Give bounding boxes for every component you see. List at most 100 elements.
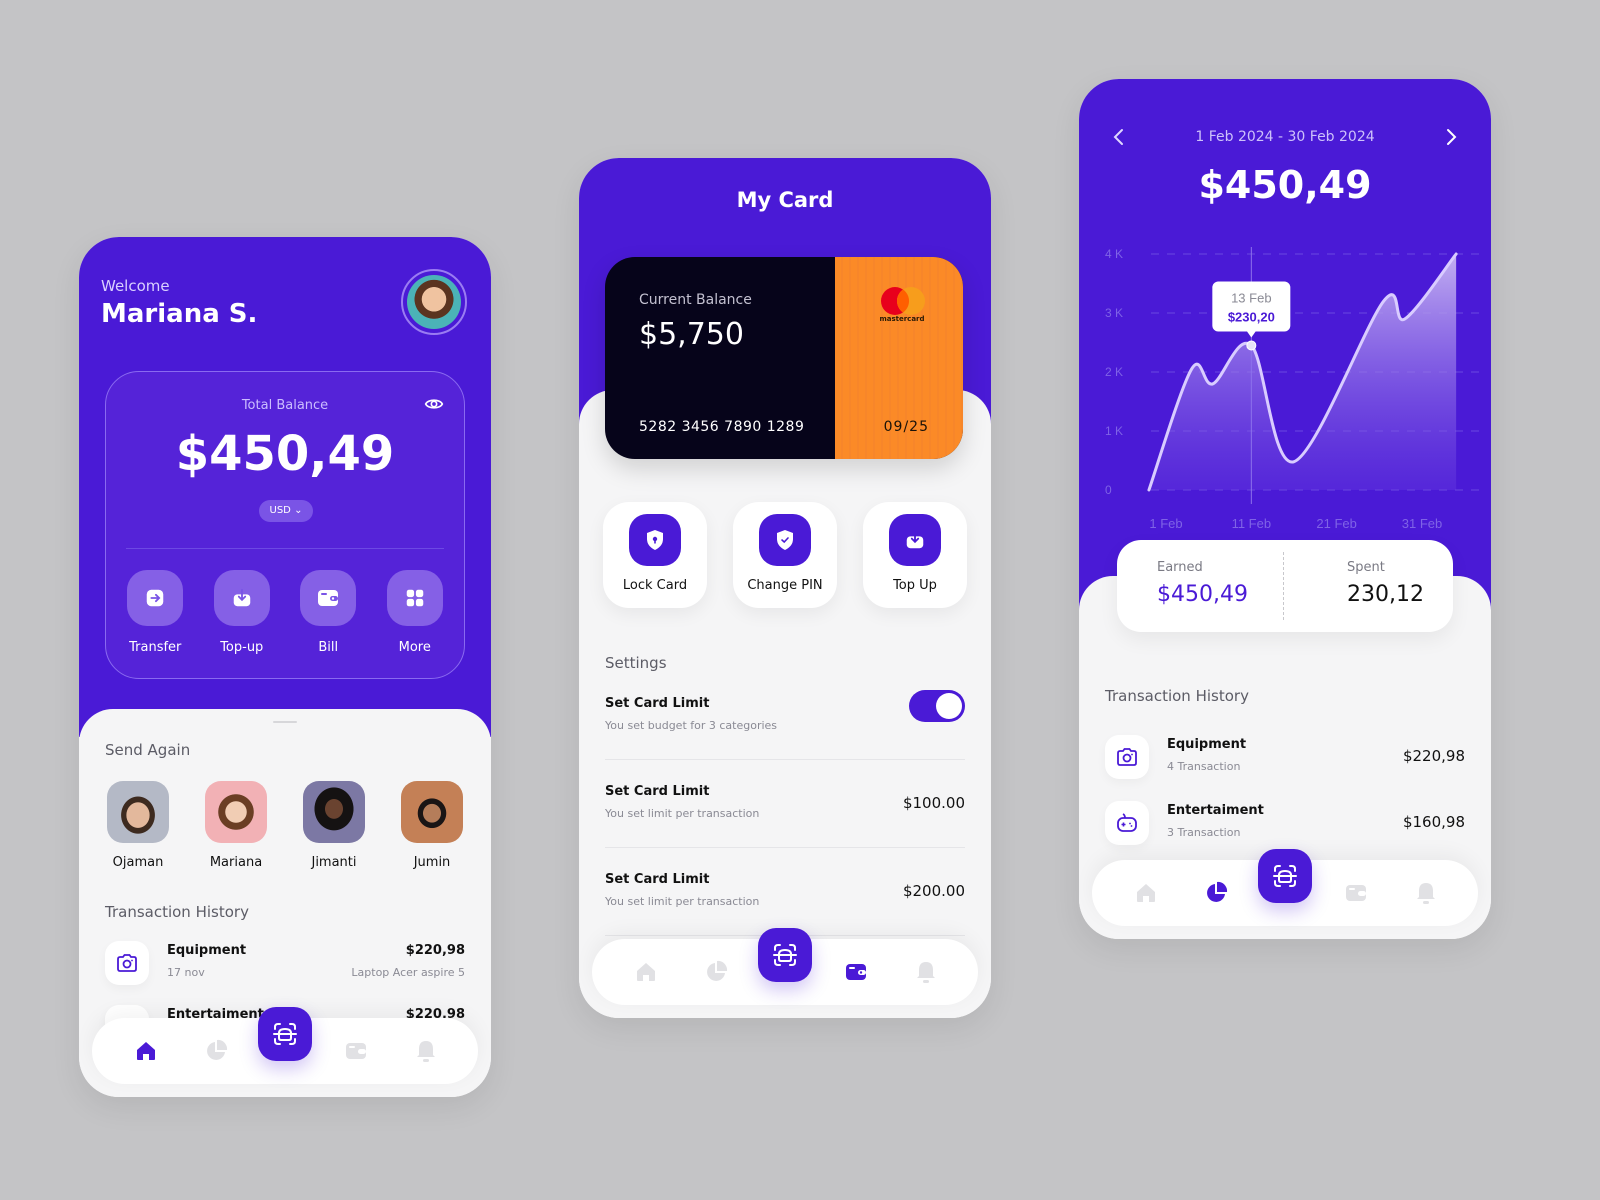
- transfer-button[interactable]: Transfer: [120, 570, 190, 655]
- balance-chart[interactable]: 13 Feb $230,20 0 1 K 2 K 3 K 4 K 1 Feb 11 Feb 21…: [1079, 79, 1491, 549]
- contact-jumin[interactable]: Jumin: [399, 781, 465, 870]
- setting-row[interactable]: Set Card Limit You set limit per transac…: [605, 872, 965, 932]
- current-balance-amount: $5,750: [639, 317, 744, 352]
- contact-jimanti[interactable]: Jimanti: [301, 781, 367, 870]
- contact-name: Jimanti: [311, 855, 357, 870]
- divider: [605, 847, 965, 848]
- contact-name: Mariana: [209, 855, 263, 870]
- transaction-amount: $220,98: [1402, 747, 1465, 765]
- nav-home[interactable]: [1134, 881, 1158, 905]
- total-balance-label: Total Balance: [241, 398, 329, 413]
- toggle-knob: [936, 693, 962, 719]
- contact-name: Jumin: [413, 855, 451, 870]
- tooltip-date: 13 Feb: [1231, 290, 1271, 305]
- card-brand: mastercard: [879, 315, 925, 323]
- drag-handle[interactable]: [273, 721, 297, 723]
- scan-button[interactable]: [758, 928, 812, 982]
- nav-notifications[interactable]: [414, 1039, 438, 1063]
- welcome-label: Welcome: [101, 277, 170, 295]
- gamepad-icon: [1117, 813, 1137, 832]
- contact-mariana[interactable]: Mariana: [203, 781, 269, 870]
- x-tick-label: 31 Feb: [1402, 516, 1442, 531]
- total-balance-amount: $450,49: [175, 426, 395, 482]
- contact-list: Ojaman Mariana Jimanti Jumin: [105, 781, 465, 870]
- nav-stats[interactable]: [204, 1039, 228, 1063]
- transaction-row[interactable]: Entertaiment 3 Transaction $160,98: [1105, 801, 1465, 845]
- currency-select[interactable]: USD ⌄: [259, 500, 313, 522]
- bell-icon: [1417, 883, 1435, 904]
- nav-wallet[interactable]: [844, 960, 868, 984]
- transaction-date: 17 nov: [167, 966, 205, 979]
- transaction-count: 3 Transaction: [1167, 826, 1241, 839]
- nav-home[interactable]: [134, 1039, 158, 1063]
- x-tick-label: 11 Feb: [1232, 516, 1272, 531]
- wallet-icon: [318, 590, 339, 606]
- divider: [605, 759, 965, 760]
- transaction-history-title: Transaction History: [105, 903, 249, 921]
- balance-card: Total Balance $450,49 USD ⌄ Transfer Top…: [105, 371, 465, 679]
- credit-card[interactable]: Current Balance $5,750 5282 3456 7890 12…: [605, 257, 963, 459]
- nav-stats[interactable]: [704, 960, 728, 984]
- top-up-label: Top Up: [893, 578, 937, 593]
- lock-card-button[interactable]: Lock Card: [603, 502, 707, 608]
- scan-button[interactable]: [1258, 849, 1312, 903]
- transaction-row[interactable]: Equipment 4 Transaction $220,98: [1105, 735, 1465, 779]
- setting-row[interactable]: Set Card Limit You set limit per transac…: [605, 784, 965, 844]
- eye-icon[interactable]: [424, 394, 444, 414]
- setting-row: Set Card Limit You set budget for 3 cate…: [605, 690, 965, 756]
- scan-icon: [773, 944, 797, 966]
- settings-title: Settings: [605, 654, 667, 672]
- scan-icon: [1273, 865, 1297, 887]
- nav-wallet[interactable]: [1344, 881, 1368, 905]
- top-up-label: Top-up: [220, 640, 264, 655]
- transaction-amount: $160,98: [1402, 813, 1465, 831]
- change-pin-button[interactable]: Change PIN: [733, 502, 837, 608]
- transaction-count: 4 Transaction: [1167, 760, 1241, 773]
- check-shield-icon: [777, 530, 793, 550]
- setting-desc: You set budget for 3 categories: [605, 719, 778, 732]
- bell-icon: [917, 962, 935, 983]
- contact-photo: [401, 781, 463, 843]
- nav-home[interactable]: [634, 960, 658, 984]
- wallet-icon: [846, 964, 866, 980]
- tooltip-pointer: [1246, 330, 1257, 338]
- setting-name: Set Card Limit: [605, 872, 710, 887]
- y-tick-label: 2 K: [1105, 365, 1123, 379]
- page-title: My Card: [736, 188, 834, 212]
- card-expiry: 09/25: [883, 419, 929, 435]
- setting-desc: You set limit per transaction: [605, 807, 760, 820]
- earned-spent-summary: Earned $450,49 Spent 230,12: [1117, 540, 1453, 632]
- avatar[interactable]: [401, 269, 467, 335]
- home-icon: [1137, 884, 1155, 902]
- bill-button[interactable]: Bill: [293, 570, 363, 655]
- y-tick-label: 4 K: [1105, 247, 1123, 261]
- contact-ojaman[interactable]: Ojaman: [105, 781, 171, 870]
- more-button[interactable]: More: [380, 570, 450, 655]
- bill-label: Bill: [318, 640, 339, 655]
- y-tick-label: 0: [1105, 483, 1112, 497]
- nav-notifications[interactable]: [914, 960, 938, 984]
- stats-screen: 1 Feb 2024 - 30 Feb 2024 $450,49 13 Feb $…: [1079, 79, 1491, 939]
- current-balance-label: Current Balance: [639, 292, 752, 308]
- card-limit-toggle[interactable]: [909, 690, 965, 722]
- nav-wallet[interactable]: [344, 1039, 368, 1063]
- send-again-title: Send Again: [105, 741, 191, 759]
- nav-stats[interactable]: [1204, 881, 1228, 905]
- lock-card-label: Lock Card: [622, 578, 688, 593]
- transfer-label: Transfer: [129, 640, 182, 655]
- y-tick-label: 1 K: [1105, 424, 1123, 438]
- transaction-row[interactable]: Equipment 17 nov $220,98 Laptop Acer asp…: [105, 941, 465, 985]
- scan-icon: [273, 1023, 297, 1045]
- contact-photo: [107, 781, 169, 843]
- card-screen: My Card Current Balance $5,750 5282 3456…: [579, 158, 991, 1018]
- nav-notifications[interactable]: [1414, 881, 1438, 905]
- setting-value: $200.00: [902, 882, 965, 900]
- grid-icon: [406, 589, 423, 607]
- card-quick-actions: Lock Card Change PIN Top Up: [603, 502, 967, 608]
- top-up-button[interactable]: Top-up: [207, 570, 277, 655]
- more-label: More: [398, 640, 431, 655]
- currency-value: USD: [269, 505, 291, 516]
- lock-shield-icon: [647, 530, 663, 550]
- top-up-button[interactable]: Top Up: [863, 502, 967, 608]
- scan-button[interactable]: [258, 1007, 312, 1061]
